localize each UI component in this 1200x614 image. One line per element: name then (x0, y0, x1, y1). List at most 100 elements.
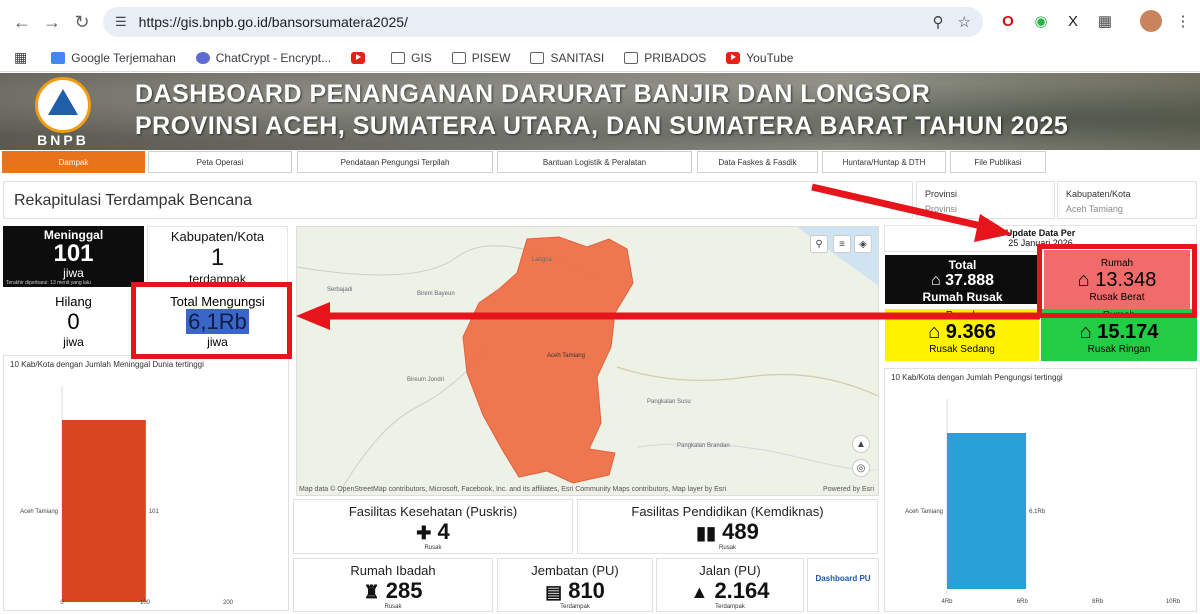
folder-icon (391, 51, 406, 64)
category-label: Aceh Tamiang (20, 509, 58, 515)
tab-peta-operasi[interactable]: Peta Operasi (148, 151, 292, 173)
folder-icon (451, 51, 466, 64)
bookmark-label: Google Terjemahan (71, 50, 176, 65)
map-powered-by: Powered by Esri (823, 486, 874, 493)
map-view[interactable]: Serbajadi Langsa Birem Bayeun Bireum Jon… (296, 226, 879, 496)
map-layers-icon[interactable]: ◈ (854, 235, 872, 253)
menu-kebab-icon[interactable]: ⋮ (1172, 10, 1194, 32)
aceh-tamiang-region[interactable] (462, 236, 634, 484)
youtube-icon (726, 51, 741, 64)
tab-huntara[interactable]: Huntara/Huntap & DTH (822, 151, 946, 173)
map-legend-icon[interactable]: ≡ (833, 235, 851, 253)
card-unit: jiwa (63, 266, 84, 280)
back-icon[interactable]: ← (6, 6, 38, 38)
profile-avatar[interactable] (1140, 10, 1162, 32)
card-unit: Rusak Sedang (929, 344, 995, 355)
meninggal-card: Meninggal 101 jiwa Terakhir diperbarui: … (3, 226, 144, 287)
card-label: Jembatan (PU) (531, 563, 619, 578)
map-place-label: Pangkalan Susu (647, 399, 691, 405)
tab-file-publikasi[interactable]: File Publikasi (950, 151, 1046, 173)
bookmark-pisew[interactable]: PISEW (451, 50, 511, 65)
card-unit: Terdampak (715, 604, 745, 610)
book-icon: ▮▮ (696, 523, 716, 543)
logo-text: BNPB (37, 132, 89, 148)
card-value: 489 (722, 519, 759, 544)
bookmark-star-icon[interactable]: ☆ (958, 13, 971, 31)
reload-icon[interactable]: ↻ (66, 6, 98, 38)
bookmark-google-translate[interactable]: Google Terjemahan (51, 51, 176, 65)
map-search-icon[interactable]: ⚲ (810, 235, 828, 253)
fasdik-card: Fasilitas Pendidikan (Kemdiknas) ▮▮ 489 … (577, 499, 878, 554)
bookmark-pribados[interactable]: PRIBADOS (624, 51, 706, 65)
dashboard-pu-link[interactable]: Dashboard PU (808, 574, 878, 583)
opera-extension-icon[interactable]: O (997, 10, 1019, 32)
forward-icon[interactable]: → (36, 6, 68, 38)
data-label: 6,1Rb (1029, 509, 1046, 515)
rusak-sedang-card: Rumah ⌂ 9.366 Rusak Sedang (885, 309, 1039, 361)
filter-label: Provinsi (925, 189, 958, 199)
x-extension-icon[interactable]: X (1062, 10, 1084, 32)
map-attribution: Map data © OpenStreetMap contributors, M… (299, 486, 727, 493)
tab-pendataan-pengungsi[interactable]: Pendataan Pengungsi Terpilah (297, 151, 493, 173)
annotation-box-rusak-berat (1037, 244, 1197, 318)
x-tick-label: 8Rb (1092, 599, 1104, 605)
bookmark-label: YouTube (746, 50, 794, 65)
x-tick-label: 6Rb (1017, 599, 1029, 605)
bookmark-youtube[interactable]: YouTube (726, 51, 793, 65)
map-place-label: Pangkalan Brandan (677, 443, 730, 449)
apps-grid-icon[interactable]: ▦ (14, 49, 27, 66)
extensions-puzzle-icon[interactable]: ▦ (1094, 10, 1116, 32)
jalan-card: Jalan (PU) ▲ 2.164 Terdampak (656, 558, 804, 612)
site-info-icon[interactable]: ☰ (115, 14, 127, 30)
bookmark-gis[interactable]: GIS (391, 51, 432, 65)
chatcrypt-icon (195, 51, 210, 64)
chart-bar (947, 433, 1027, 589)
bookmark-label: PISEW (471, 50, 511, 65)
bookmark-youtube-1[interactable] (351, 51, 371, 64)
map-place-label: Birem Bayeun (417, 291, 455, 297)
card-value: 810 (568, 578, 605, 603)
provinsi-filter[interactable]: Provinsi Provinsi (916, 181, 1055, 219)
kabupaten-filter[interactable]: Kabupaten/Kota Aceh Tamiang (1057, 181, 1197, 219)
kabkota-card: Kabupaten/Kota 1 terdampak (147, 226, 288, 287)
bridge-icon: ▤ (545, 582, 563, 602)
map-road (616, 366, 878, 397)
category-label: Aceh Tamiang (905, 509, 943, 515)
card-value: 9.366 (945, 321, 996, 343)
address-bar[interactable]: ☰ https://gis.bnpb.go.id/bansorsumatera2… (103, 7, 983, 37)
meninggal-chart: Aceh Tamiang 1010 100 200 (20, 386, 234, 606)
house-icon: ⌂ (930, 272, 941, 289)
card-note: Terakhir diperbarui: 13 menit yang lalu (6, 280, 91, 286)
mosque-icon: ♜ (363, 582, 380, 602)
card-unit: jiwa (63, 335, 84, 349)
rumah-ibadah-card: Rumah Ibadah ♜ 285 Rusak (293, 558, 493, 612)
tab-bantuan-logistik[interactable]: Bantuan Logistik & Peralatan (497, 151, 692, 173)
pengungsi-chart-panel: 10 Kab/Kota dengan Jumlah Pengungsi tert… (884, 368, 1197, 612)
card-unit: Rusak Ringan (1087, 344, 1151, 355)
tab-bar: Dampak Peta Operasi Pendataan Pengungsi … (0, 151, 1200, 177)
bookmark-chatcrypt[interactable]: ChatCrypt - Encrypt... (195, 51, 331, 65)
card-label: Hilang (55, 294, 92, 309)
map-locate-icon[interactable]: ◎ (852, 459, 870, 477)
bookmarks-bar: ▦ Google Terjemahan ChatCrypt - Encrypt.… (0, 44, 1200, 72)
hospital-icon: ✚ (416, 523, 432, 543)
tab-dampak[interactable]: Dampak (2, 151, 145, 173)
eye-extension-icon[interactable]: ◉ (1030, 10, 1052, 32)
tab-data-faskes[interactable]: Data Faskes & Fasdik (697, 151, 818, 173)
road-icon: ▲ (690, 582, 709, 602)
map-compass-icon[interactable]: ▲ (852, 435, 870, 453)
rekap-header: Rekapitulasi Terdampak Bencana (3, 181, 913, 219)
card-unit: Rusak (384, 604, 402, 610)
card-unit: Rusak (718, 545, 736, 551)
x-tick-label: 200 (223, 600, 234, 606)
map-road (337, 346, 488, 495)
total-rumah-card: Total ⌂ 37.888 Rumah Rusak (885, 255, 1040, 304)
url-text: https://gis.bnpb.go.id/bansorsumatera202… (138, 14, 408, 30)
card-label: Rumah (945, 310, 979, 321)
folder-icon (530, 51, 545, 64)
bookmark-sanitasi[interactable]: SANITASI (530, 51, 604, 65)
map-place-label: Langsa (532, 257, 552, 263)
jembatan-card: Jembatan (PU) ▤ 810 Terdampak (497, 558, 653, 612)
zoom-icon[interactable]: ⚲ (933, 13, 944, 31)
dashboard-pu-card: Dashboard PU (807, 558, 879, 612)
